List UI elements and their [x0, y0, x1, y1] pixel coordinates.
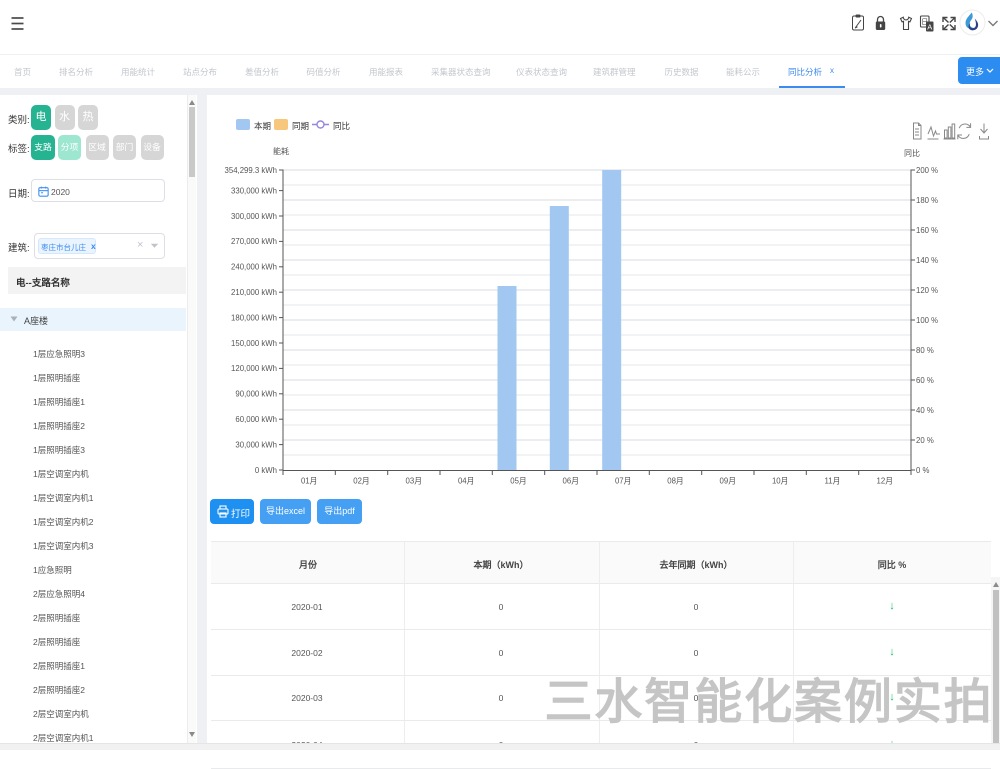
svg-text:A: A — [927, 23, 932, 32]
svg-text:90,000 kWh: 90,000 kWh — [235, 390, 277, 399]
svg-text:12月: 12月 — [877, 477, 893, 486]
svg-text:20 %: 20 % — [916, 436, 934, 445]
svg-text:150,000 kWh: 150,000 kWh — [231, 339, 277, 348]
svg-text:160 %: 160 % — [916, 226, 938, 235]
svg-text:30,000 kWh: 30,000 kWh — [235, 440, 277, 449]
svg-text:60 %: 60 % — [916, 376, 934, 385]
svg-text:06月: 06月 — [563, 477, 579, 486]
svg-text:07月: 07月 — [615, 477, 631, 486]
svg-text:330,000 kWh: 330,000 kWh — [231, 186, 277, 195]
svg-text:120 %: 120 % — [916, 286, 938, 295]
svg-text:03月: 03月 — [406, 477, 422, 486]
svg-text:180,000 kWh: 180,000 kWh — [231, 313, 277, 322]
svg-text:354,299.3 kWh: 354,299.3 kWh — [225, 166, 277, 175]
svg-text:120,000 kWh: 120,000 kWh — [231, 364, 277, 373]
svg-text:能耗: 能耗 — [273, 146, 289, 156]
svg-text:09月: 09月 — [720, 477, 736, 486]
svg-text:01月: 01月 — [301, 477, 317, 486]
svg-text:180 %: 180 % — [916, 196, 938, 205]
svg-text:同比: 同比 — [904, 148, 920, 158]
svg-text:0 %: 0 % — [916, 466, 930, 475]
svg-text:11月: 11月 — [825, 477, 841, 486]
svg-text:300,000 kWh: 300,000 kWh — [231, 212, 277, 221]
svg-text:0 kWh: 0 kWh — [255, 466, 277, 475]
svg-text:100 %: 100 % — [916, 316, 938, 325]
svg-text:05月: 05月 — [510, 477, 526, 486]
svg-text:10月: 10月 — [772, 477, 788, 486]
svg-text:80 %: 80 % — [916, 346, 934, 355]
svg-text:40 %: 40 % — [916, 406, 934, 415]
svg-text:60,000 kWh: 60,000 kWh — [235, 415, 277, 424]
svg-text:240,000 kWh: 240,000 kWh — [231, 263, 277, 272]
svg-text:08月: 08月 — [667, 477, 683, 486]
svg-text:270,000 kWh: 270,000 kWh — [231, 237, 277, 246]
svg-text:02月: 02月 — [353, 477, 369, 486]
svg-text:210,000 kWh: 210,000 kWh — [231, 288, 277, 297]
svg-text:04月: 04月 — [458, 477, 474, 486]
svg-text:200 %: 200 % — [916, 166, 938, 175]
svg-text:140 %: 140 % — [916, 256, 938, 265]
